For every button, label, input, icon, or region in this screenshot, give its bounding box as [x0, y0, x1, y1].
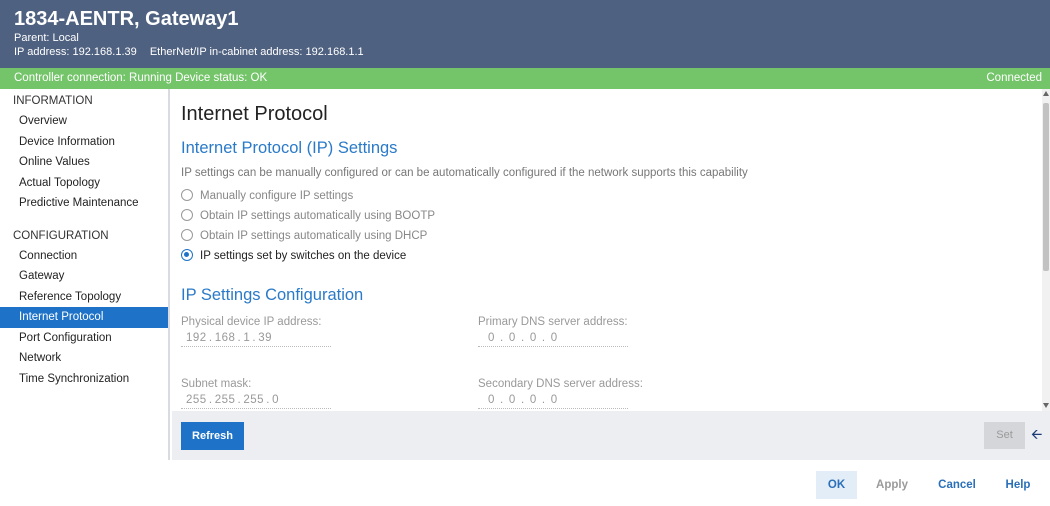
parent-value: Local	[52, 32, 79, 44]
ip-value: 192.168.1.39	[72, 46, 137, 58]
radio-manual-ip-label: Manually configure IP settings	[200, 190, 354, 202]
content-footer: Refresh Set 🡨	[172, 411, 1050, 460]
sidebar-item-gateway[interactable]: Gateway	[0, 266, 168, 287]
secondary-dns-field[interactable]: 0.0.0.0	[478, 391, 628, 409]
cancel-button[interactable]: Cancel	[934, 471, 980, 499]
page-title: Internet Protocol	[181, 103, 328, 125]
octet: 0	[550, 394, 558, 406]
primary-dns-label: Primary DNS server address:	[478, 316, 628, 328]
radio-switches-label: IP settings set by switches on the devic…	[200, 250, 407, 262]
apply-button[interactable]: Apply	[870, 471, 914, 499]
radio-manual-ip[interactable]: Manually configure IP settings	[181, 189, 353, 205]
ip-config-heading: IP Settings Configuration	[181, 286, 364, 304]
secondary-dns-label: Secondary DNS server address:	[478, 378, 643, 390]
status-bar: Controller connection: Running Device st…	[0, 68, 1050, 89]
radio-bootp-label: Obtain IP settings automatically using B…	[200, 210, 436, 222]
octet: 0	[529, 394, 537, 406]
radio-circle-icon	[181, 209, 193, 221]
octet: 0	[529, 332, 537, 344]
cabinet-value: 192.168.1.1	[305, 46, 364, 58]
scroll-up-icon[interactable]	[1043, 91, 1049, 96]
octet: 1	[243, 332, 251, 344]
octet: 0	[508, 394, 516, 406]
radio-circle-icon	[181, 229, 193, 241]
address-line: IP address: 192.168.1.39 EtherNet/IP in-…	[14, 45, 1050, 59]
radio-dhcp[interactable]: Obtain IP settings automatically using D…	[181, 229, 427, 245]
device-status: Device status: OK	[175, 72, 268, 84]
parent-line: Parent: Local	[14, 31, 1050, 45]
main-content: Internet Protocol Internet Protocol (IP)…	[172, 89, 1042, 411]
sidebar-item-network[interactable]: Network	[0, 348, 168, 369]
radio-circle-icon	[181, 189, 193, 201]
physical-ip-label: Physical device IP address:	[181, 316, 322, 328]
left-arrow-icon[interactable]: 🡨	[1031, 426, 1042, 442]
octet: 192	[186, 332, 207, 344]
sidebar-item-reference-topology[interactable]: Reference Topology	[0, 287, 168, 308]
controller-connection-status: Controller connection: Running	[14, 72, 172, 84]
primary-dns-field[interactable]: 0.0.0.0	[478, 329, 628, 347]
ip-settings-heading: Internet Protocol (IP) Settings	[181, 139, 398, 157]
device-header: 1834-AENTR, Gateway1 Parent: Local IP ad…	[0, 0, 1050, 68]
octet: 39	[258, 332, 273, 344]
octet: 0	[272, 394, 279, 406]
octet: 0	[508, 332, 516, 344]
sidebar-item-device-information[interactable]: Device Information	[0, 132, 168, 153]
octet: 255	[243, 394, 265, 406]
octet: 255	[214, 394, 236, 406]
octet: 0	[550, 332, 558, 344]
ok-button[interactable]: OK	[816, 471, 857, 499]
content-scrollbar[interactable]	[1042, 89, 1050, 411]
ip-settings-description: IP settings can be manually configured o…	[181, 167, 748, 179]
scrollbar-thumb[interactable]	[1043, 103, 1049, 271]
octet: 0	[488, 332, 495, 344]
radio-dhcp-label: Obtain IP settings automatically using D…	[200, 230, 428, 242]
octet: 255	[186, 394, 207, 406]
subnet-mask-field[interactable]: 255. 255. 255. 0	[181, 391, 331, 409]
physical-ip-field[interactable]: 192. 168. 1. 39	[181, 329, 331, 347]
radio-bootp[interactable]: Obtain IP settings automatically using B…	[181, 209, 435, 225]
octet: 0	[488, 394, 495, 406]
connected-status: Connected	[986, 72, 1042, 84]
sidebar-item-port-configuration[interactable]: Port Configuration	[0, 328, 168, 349]
sidebar-item-overview[interactable]: Overview	[0, 111, 168, 132]
refresh-button[interactable]: Refresh	[181, 422, 244, 450]
help-button[interactable]: Help	[998, 471, 1038, 499]
device-title: 1834-AENTR, Gateway1	[14, 8, 239, 30]
radio-switches[interactable]: IP settings set by switches on the devic…	[181, 249, 406, 265]
octet: 168	[214, 332, 236, 344]
set-button[interactable]: Set	[984, 422, 1025, 449]
sidebar-heading-information: INFORMATION	[13, 95, 93, 107]
sidebar-heading-configuration: CONFIGURATION	[13, 229, 109, 242]
sidebar-item-connection[interactable]: Connection	[0, 246, 168, 267]
sidebar-nav: INFORMATION Overview Device Information …	[0, 89, 170, 460]
sidebar-item-internet-protocol[interactable]: Internet Protocol	[0, 307, 168, 328]
sidebar-item-predictive-maintenance[interactable]: Predictive Maintenance	[0, 193, 168, 214]
ip-label: IP address:	[14, 46, 70, 58]
parent-label: Parent:	[14, 32, 50, 44]
cabinet-label: EtherNet/IP in-cabinet address:	[149, 46, 303, 58]
radio-selected-icon	[181, 249, 193, 261]
sidebar-item-actual-topology[interactable]: Actual Topology	[0, 173, 168, 194]
scroll-down-icon[interactable]	[1043, 403, 1049, 408]
sidebar-item-time-synchronization[interactable]: Time Synchronization	[0, 369, 168, 390]
sidebar-item-online-values[interactable]: Online Values	[0, 152, 168, 173]
dialog-button-bar: OK Apply Cancel Help	[0, 460, 1050, 506]
subnet-mask-label: Subnet mask:	[181, 378, 252, 390]
